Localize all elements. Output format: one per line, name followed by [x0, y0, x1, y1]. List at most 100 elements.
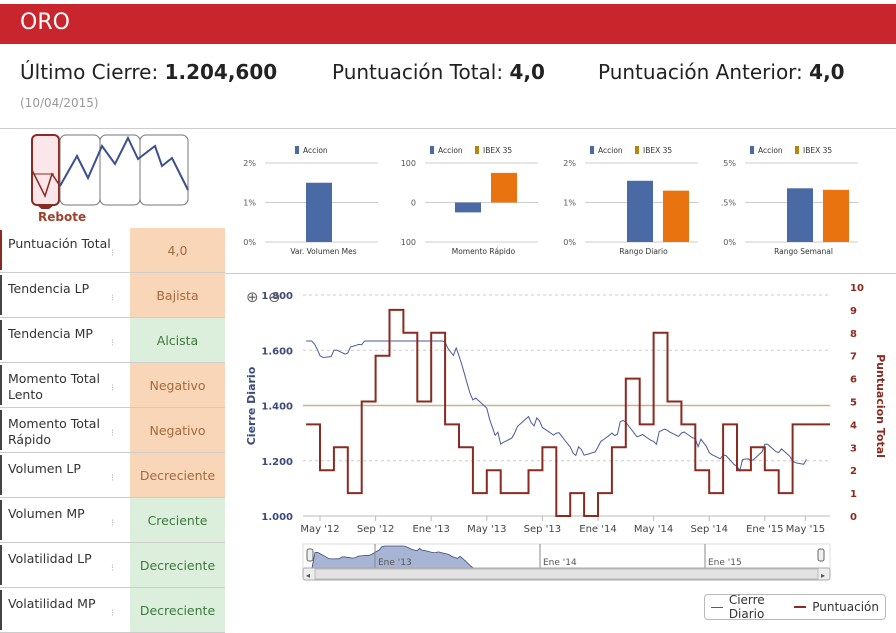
y-tick-label: -100 [400, 238, 416, 247]
bar [491, 172, 517, 203]
previous-score: Puntuación Anterior: 4,0 [598, 60, 845, 84]
legend-swatch [295, 146, 299, 154]
close-date: (10/04/2015) [20, 96, 99, 110]
navigator-handle[interactable] [306, 548, 314, 562]
legend-swatch [590, 146, 594, 154]
legend-label: Accion [598, 146, 623, 155]
y2-tick-label: 0 [850, 512, 857, 523]
x-axis-label: Momento Rápido [452, 247, 516, 256]
main-chart[interactable]: 1.0001.2001.4001.6001.800012345678910May… [240, 278, 896, 588]
info-icon[interactable]: ⁝ [111, 606, 114, 622]
indicator-row: Volumen LP ⁝ Decreciente [0, 453, 225, 498]
scroll-left-arrow[interactable]: ◂ [306, 571, 310, 580]
x-tick-label: May '13 [467, 524, 506, 535]
info-icon[interactable]: ⁝ [111, 561, 114, 577]
x-tick-label: May '15 [786, 524, 825, 535]
pattern-label: Rebote [38, 210, 87, 224]
info-icon[interactable]: ⁝ [111, 381, 114, 397]
indicator-row: Volatilidad LP ⁝ Decreciente [0, 543, 225, 588]
scrollbar-thumb[interactable] [314, 568, 819, 580]
legend-label: IBEX 35 [803, 146, 832, 155]
x-tick-label: Sep '13 [524, 524, 562, 535]
y-tick-label: 2.5% [720, 199, 736, 208]
indicator-row: Momento Total Lento ⁝ Negativo [0, 363, 225, 408]
x-tick-label: Ene '14 [579, 524, 616, 535]
legend-score[interactable]: Puntuación [812, 600, 879, 614]
indicator-value: 4,0 [130, 228, 225, 272]
indicator-row: Puntuación Total ⁝ 4,0 [0, 228, 225, 273]
divider [225, 273, 896, 274]
indicator-value: Negativo [130, 408, 225, 452]
x-axis-label: Rango Semanal [774, 247, 833, 256]
legend-swatch [430, 146, 434, 154]
total-score: Puntuación Total: 4,0 [332, 60, 545, 84]
legend-label: Accion [303, 146, 328, 155]
navigator-tick-label: Ene '13 [378, 558, 412, 568]
navigator-tick-label: Ene '14 [543, 558, 577, 568]
indicator-row: Tendencia MP ⁝ Alcista [0, 318, 225, 363]
x-tick-label: Sep '14 [690, 524, 728, 535]
indicator-label: Volumen LP ⁝ [0, 455, 130, 495]
y-tick-label: 1.600 [261, 346, 293, 357]
y2-tick-label: 10 [850, 283, 864, 294]
chart-legend[interactable]: Cierre Diario Puntuación [704, 593, 886, 621]
y2-tick-label: 6 [850, 375, 857, 386]
zoom-out-icon[interactable]: ⊖ [268, 288, 281, 306]
y2-tick-label: 3 [850, 443, 857, 454]
zoom-in-icon[interactable]: ⊕ [246, 288, 259, 306]
y2-tick-label: 9 [850, 306, 857, 317]
pattern-icon [31, 134, 189, 209]
indicator-value: Alcista [130, 318, 225, 362]
mini-bar-chart: 0% 1% 2% Accion Var. Volumen Mes [243, 146, 378, 256]
y-tick-label: 0% [563, 238, 576, 247]
close-legend-swatch [711, 606, 723, 608]
navigator-tick-label: Ene '15 [708, 558, 742, 568]
y-tick-label: 0% [243, 238, 256, 247]
mini-bar-chart: -100 0 100 Accion IBEX 35 Momento Rápido [400, 146, 538, 256]
y-tick-label: 0 [411, 199, 416, 208]
y-tick-label: 1% [243, 199, 256, 208]
scroll-right-arrow[interactable]: ▸ [821, 571, 825, 580]
indicator-label: Tendencia MP ⁝ [0, 320, 130, 360]
x-axis-label: Rango Diario [619, 247, 668, 256]
asset-title: ORO [20, 10, 70, 35]
info-icon[interactable]: ⁝ [111, 291, 114, 307]
y-tick-label: 100 [401, 159, 416, 168]
indicator-value: Decreciente [130, 543, 225, 587]
x-tick-label: Ene '13 [412, 524, 449, 535]
y-tick-label: 1.000 [261, 512, 293, 523]
y2-tick-label: 4 [850, 420, 857, 431]
y2-tick-label: 8 [850, 329, 857, 340]
x-axis-label: Var. Volumen Mes [290, 247, 356, 256]
legend-label: IBEX 35 [483, 146, 512, 155]
y2-tick-label: 2 [850, 466, 857, 477]
y2-tick-label: 5 [850, 398, 857, 409]
indicator-value: Negativo [130, 363, 225, 407]
mini-bar-chart: 0% 2.5% 5% Accion IBEX 35 Rango Semanal [720, 146, 858, 256]
x-tick-label: May '12 [300, 524, 339, 535]
legend-swatch [475, 146, 479, 154]
legend-label: Accion [438, 146, 463, 155]
bar [306, 182, 332, 242]
y-tick-label: 1.200 [261, 457, 293, 468]
indicator-row: Volumen MP ⁝ Creciente [0, 498, 225, 543]
bar [787, 188, 813, 242]
score-legend-swatch [794, 606, 807, 608]
bar [627, 180, 653, 242]
info-icon[interactable]: ⁝ [111, 471, 114, 487]
bar [823, 189, 849, 242]
x-tick-label: Ene '15 [746, 524, 783, 535]
indicator-label: Momento Total Lento ⁝ [0, 365, 130, 405]
legend-close[interactable]: Cierre Diario [729, 593, 785, 621]
indicator-value: Creciente [130, 498, 225, 542]
indicator-table: Puntuación Total ⁝ 4,0 Tendencia LP ⁝ Bajista… [0, 228, 225, 633]
y-tick-label: 0% [723, 238, 736, 247]
info-icon[interactable]: ⁝ [111, 246, 114, 262]
info-icon[interactable]: ⁝ [111, 336, 114, 352]
legend-swatch [635, 146, 639, 154]
info-icon[interactable]: ⁝ [111, 516, 114, 532]
indicator-row: Momento Total Rápido ⁝ Negativo [0, 408, 225, 453]
bar [455, 202, 481, 213]
info-icon[interactable]: ⁝ [111, 426, 114, 442]
navigator-handle[interactable] [817, 548, 825, 562]
